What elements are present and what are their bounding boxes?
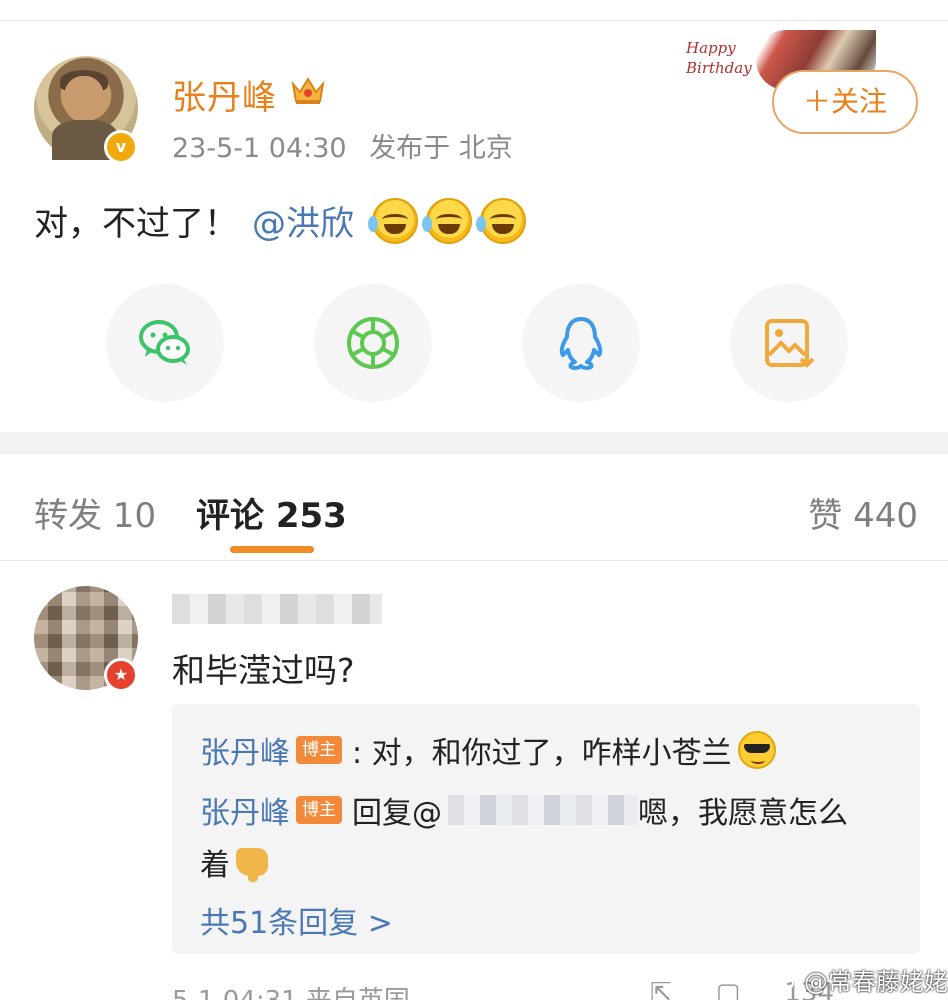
blogger-tag: 博主 bbox=[296, 796, 342, 824]
post-text: 对，不过了！ bbox=[34, 204, 238, 244]
reply-text: : 对，和你过了，咋样小苍兰 bbox=[352, 736, 732, 771]
post-time: 23-5-1 04:30 bbox=[172, 133, 347, 164]
active-tab-indicator bbox=[230, 546, 314, 553]
post-meta: 23-5-1 04:30 发布于 北京 bbox=[172, 126, 513, 165]
share-icon[interactable]: ⇱ bbox=[650, 978, 672, 1000]
section-divider bbox=[0, 432, 948, 454]
share-qq-button[interactable] bbox=[522, 284, 640, 402]
save-image-button[interactable] bbox=[730, 284, 848, 402]
mention-link[interactable]: @洪欣 bbox=[252, 196, 354, 245]
moments-icon bbox=[347, 317, 399, 369]
author-name[interactable]: 张丹峰 bbox=[172, 70, 277, 119]
reply-item: 张丹峰 博主 : 对，和你过了，咋样小苍兰 bbox=[200, 728, 776, 772]
laugh-cry-emoji-icon bbox=[422, 197, 472, 244]
sunglasses-emoji-icon bbox=[737, 731, 776, 769]
birthday-text: Happy Birthday bbox=[686, 39, 752, 77]
reply-item: 张丹峰 博主 回复@ 嗯，我愿意怎么 bbox=[200, 788, 848, 832]
qq-icon bbox=[559, 317, 603, 370]
laugh-cry-emoji-icon bbox=[368, 197, 418, 244]
reply-text-continued: 着 bbox=[200, 848, 230, 883]
reply-text: 嗯，我愿意怎么 bbox=[638, 796, 848, 831]
comment-text: 和毕滢过吗? bbox=[172, 651, 355, 690]
blogger-tag: 博主 bbox=[296, 736, 342, 764]
tab-repost[interactable]: 转发 10 bbox=[34, 488, 156, 537]
crown-icon bbox=[291, 77, 325, 104]
member-badge-icon: ★ bbox=[104, 658, 138, 692]
reply-icon[interactable]: ▢ bbox=[716, 978, 741, 1000]
reply-author[interactable]: 张丹峰 bbox=[200, 788, 290, 832]
follow-button[interactable]: ＋关注 bbox=[772, 70, 918, 134]
reply-thread[interactable]: 张丹峰 博主 : 对，和你过了，咋样小苍兰 张丹峰 博主 回复@ 嗯，我愿意怎么… bbox=[172, 704, 920, 954]
post-content: 对，不过了！ @洪欣 bbox=[34, 196, 526, 245]
more-replies-link[interactable]: 共51条回复 > bbox=[200, 898, 393, 942]
save-image-icon bbox=[765, 319, 815, 368]
share-wechat-button[interactable] bbox=[106, 284, 224, 402]
post-location: 发布于 北京 bbox=[369, 133, 513, 164]
reply-prefix: 回复@ bbox=[352, 796, 442, 831]
weibo-logo-icon bbox=[768, 970, 799, 992]
share-moments-button[interactable] bbox=[314, 284, 432, 402]
tab-divider bbox=[0, 560, 948, 561]
tab-comments[interactable]: 评论 253 bbox=[196, 488, 347, 537]
reply-item-continued: 着 bbox=[200, 840, 268, 884]
wechat-icon bbox=[139, 320, 190, 365]
verified-badge-icon: v bbox=[104, 130, 138, 164]
reply-target-blurred bbox=[448, 795, 638, 825]
tab-likes[interactable]: 赞 440 bbox=[808, 488, 918, 537]
watermark: @常春藤姥姥 bbox=[766, 962, 948, 997]
commenter-name-blurred[interactable] bbox=[172, 594, 382, 624]
reply-author[interactable]: 张丹峰 bbox=[200, 728, 290, 772]
top-divider bbox=[0, 20, 948, 21]
laugh-cry-emoji-icon bbox=[476, 197, 526, 244]
thumbs-down-icon bbox=[236, 848, 268, 882]
watermark-text: @常春藤姥姥 bbox=[804, 968, 948, 996]
comment-footer: 5-1 04:31 来自英国 bbox=[172, 980, 410, 1000]
